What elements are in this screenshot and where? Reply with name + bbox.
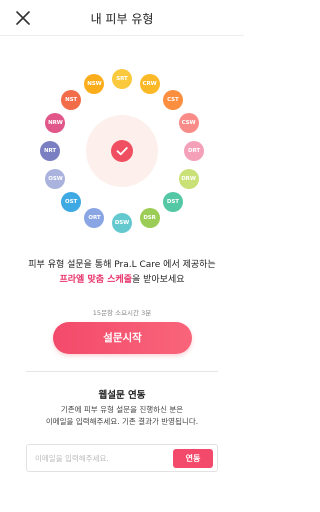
link-button[interactable]: 연동 (173, 449, 213, 468)
skin-type-ort: ORT (84, 207, 105, 228)
page-title: 내 피부 유형 (90, 12, 154, 26)
web-survey-desc-1: 기존에 피부 유형 설문을 진행하신 분은 (60, 405, 184, 414)
intro-line-2: 프라엘 맞춤 스케줄을 받아보세요 (0, 272, 244, 285)
skin-type-srt: SRT (112, 69, 132, 89)
skin-type-wheel: SRT CRW CST CSW DRT DRW DST DSR DSW ORT OST OSW NRT N… (0, 36, 244, 246)
skin-type-nrt: NRT (40, 141, 60, 161)
email-form: 연동 (26, 444, 218, 472)
intro-highlight: 프라엘 맞춤 스케줄 (59, 275, 132, 285)
skin-type-crw: CRW (139, 74, 160, 95)
skin-type-nrw: NRW (45, 113, 66, 134)
skin-type-osw: OSW (45, 168, 66, 189)
check-badge (111, 140, 133, 162)
skin-type-csw: CSW (178, 113, 199, 134)
header: 내 피부 유형 (0, 0, 244, 36)
start-survey-button[interactable]: 설문시작 (53, 322, 192, 354)
email-input[interactable] (35, 450, 165, 466)
skin-type-dst: DST (162, 191, 183, 212)
intro-line-1: 피부 유형 설문을 통해 Pra.L Care 에서 제공하는 (28, 260, 216, 270)
intro-line-2-rest: 을 받아보세요 (131, 275, 185, 285)
skin-type-drw: DRW (178, 168, 199, 189)
skin-type-dsw: DSW (112, 213, 132, 233)
skin-type-cst: CST (162, 90, 183, 111)
skin-type-dsr: DSR (139, 207, 160, 228)
section-divider (26, 371, 218, 372)
skin-type-nsw: NSW (84, 74, 105, 95)
skin-type-ost: OST (61, 191, 82, 212)
survey-time-info: 15문항 소요시간 3분 (92, 309, 152, 317)
skin-type-nst: NST (61, 90, 82, 111)
web-survey-title: 웹설문 연동 (98, 390, 146, 401)
check-icon (116, 147, 128, 156)
web-survey-desc-2: 이메일을 입력해주세요. 기존 결과가 반영됩니다. (45, 417, 199, 426)
skin-type-drt: DRT (184, 141, 204, 161)
